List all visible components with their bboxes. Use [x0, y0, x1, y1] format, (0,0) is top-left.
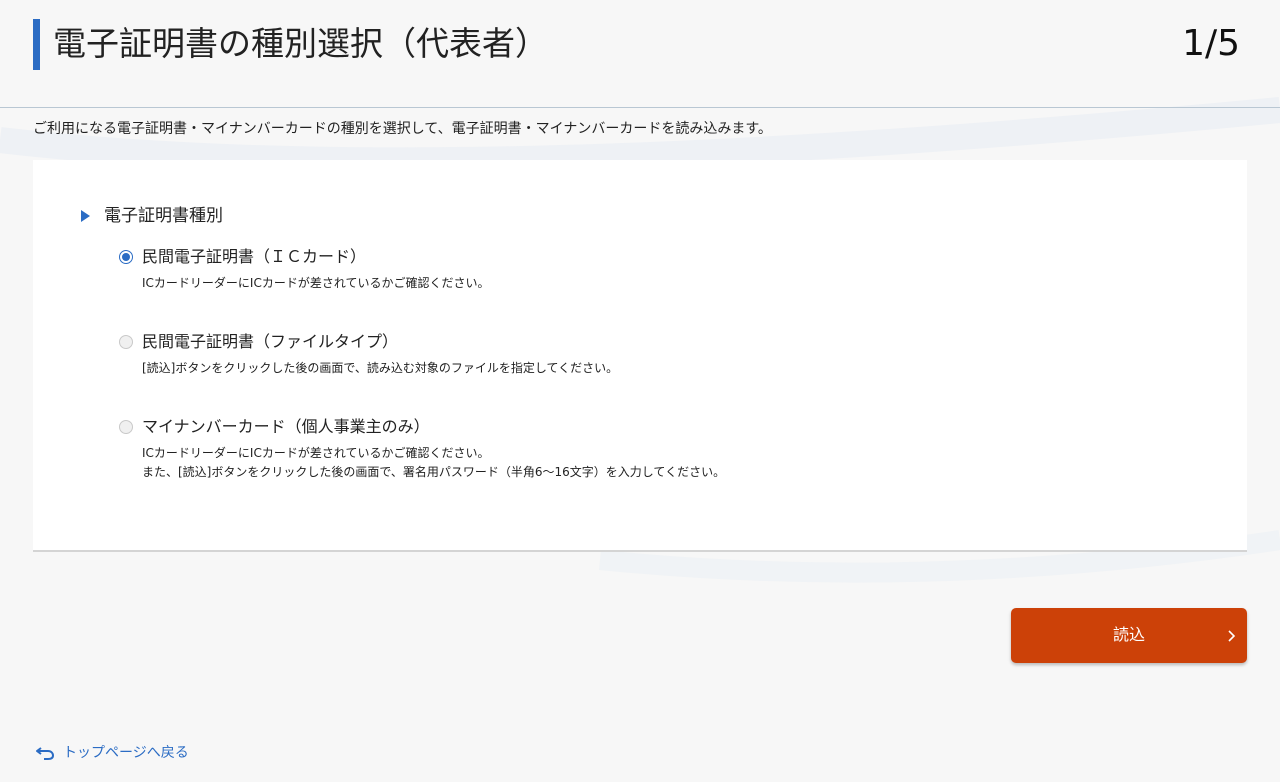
section-heading: 電子証明書種別 [81, 204, 223, 228]
return-arrow-icon [36, 747, 55, 760]
title-accent-bar [33, 19, 40, 70]
page-title: 電子証明書の種別選択（代表者） [53, 24, 548, 63]
radio-my-number-card[interactable] [119, 420, 133, 434]
radio-ic-card[interactable] [119, 250, 133, 264]
back-to-top-link[interactable]: トップページへ戻る [35, 743, 189, 763]
option-label[interactable]: 民間電子証明書（ファイルタイプ） [142, 331, 398, 353]
option-description: ICカードリーダーにICカードが差されているかご確認ください。 [142, 276, 490, 290]
option-file-type[interactable]: 民間電子証明書（ファイルタイプ） [読込]ボタンをクリックした後の画面で、読み込… [119, 331, 618, 378]
option-description: ICカードリーダーにICカードが差されているかご確認ください。 [142, 446, 490, 460]
section-label: 電子証明書種別 [104, 206, 223, 226]
option-description-line2: また、[読込]ボタンをクリックした後の画面で、署名用パスワード（半角6～16文字… [142, 465, 726, 479]
option-label[interactable]: マイナンバーカード（個人事業主のみ） [142, 416, 430, 438]
read-button[interactable]: 読込 [1011, 608, 1247, 663]
option-my-number-card[interactable]: マイナンバーカード（個人事業主のみ） ICカードリーダーにICカードが差されてい… [119, 416, 725, 482]
option-description: [読込]ボタンをクリックした後の画面で、読み込む対象のファイルを指定してください… [142, 361, 619, 375]
page-header: 電子証明書の種別選択（代表者） 1/5 [0, 0, 1280, 108]
radio-file-type[interactable] [119, 335, 133, 349]
read-button-label: 読込 [1112, 625, 1145, 644]
triangle-bullet-icon [81, 210, 90, 222]
chevron-right-icon [1228, 630, 1236, 642]
intro-text: ご利用になる電子証明書・マイナンバーカードの種別を選択して、電子証明書・マイナン… [33, 121, 772, 137]
option-label[interactable]: 民間電子証明書（ＩＣカード） [142, 246, 366, 268]
back-link-label[interactable]: トップページへ戻る [63, 743, 189, 763]
step-indicator: 1/5 [1182, 23, 1240, 64]
option-ic-card[interactable]: 民間電子証明書（ＩＣカード） ICカードリーダーにICカードが差されているかご確… [119, 246, 489, 293]
certificate-type-card: 電子証明書種別 民間電子証明書（ＩＣカード） ICカードリーダーにICカードが差… [33, 160, 1247, 552]
